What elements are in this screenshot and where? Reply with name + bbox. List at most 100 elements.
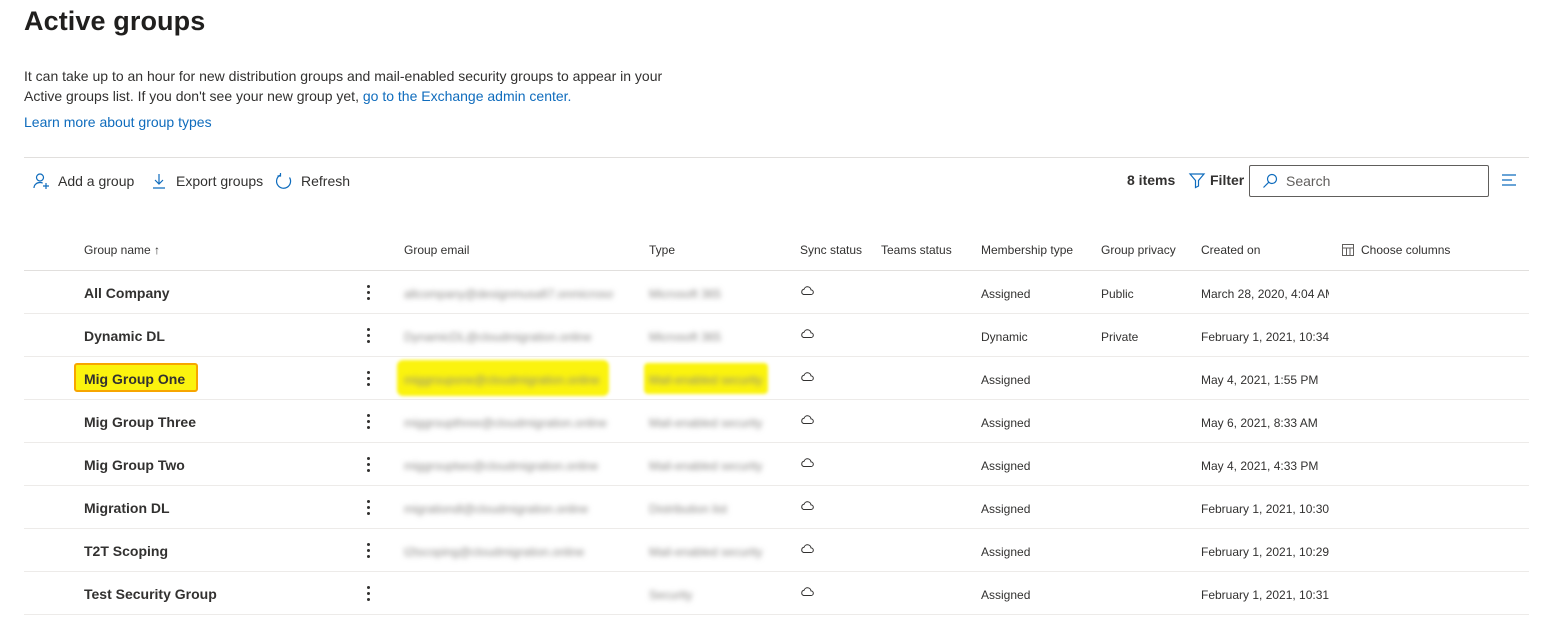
refresh-label: Refresh <box>301 173 351 189</box>
cloud-icon <box>801 458 814 467</box>
group-name-link[interactable]: Mig Group Three <box>84 414 196 430</box>
export-groups-button[interactable]: Export groups <box>150 170 263 192</box>
add-group-button[interactable]: Add a group <box>32 170 134 192</box>
group-name-link[interactable]: T2T Scoping <box>84 543 168 559</box>
membership-type-cell: Assigned <box>981 588 1031 602</box>
cloud-icon <box>801 415 814 424</box>
cloud-icon <box>801 372 814 381</box>
cloud-icon <box>801 544 814 553</box>
created-on-cell: May 6, 2021, 8:33 AM <box>1201 416 1318 430</box>
group-email-cell: migrationdl@cloudmigration.online <box>404 502 589 516</box>
search-input[interactable] <box>1286 173 1476 189</box>
created-on-cell: May 4, 2021, 1:55 PM <box>1201 373 1319 387</box>
group-email-cell: t2tscoping@cloudmigration.online <box>404 545 585 559</box>
group-email-cell: miggroupthree@cloudmigration.online <box>404 416 607 430</box>
learn-more-link[interactable]: Learn more about group types <box>24 114 212 130</box>
page-description: It can take up to an hour for new distri… <box>24 66 664 106</box>
table-row[interactable]: T2T Scoping t2tscoping@cloudmigration.on… <box>24 529 1529 572</box>
more-actions-button[interactable] <box>360 325 376 345</box>
column-header-group-name[interactable]: Group name ↑ <box>84 243 160 257</box>
membership-type-cell: Assigned <box>981 287 1031 301</box>
group-type-cell: Mail-enabled security <box>649 459 763 473</box>
group-privacy-cell: Public <box>1101 287 1134 301</box>
more-actions-button[interactable] <box>360 411 376 431</box>
group-name-link[interactable]: Test Security Group <box>84 586 217 602</box>
column-header-created-on[interactable]: Created on <box>1201 243 1329 257</box>
column-header-sync-status[interactable]: Sync status <box>800 243 862 257</box>
created-on-cell: March 28, 2020, 4:04 AM <box>1201 287 1329 301</box>
table-row[interactable]: Migration DL migrationdl@cloudmigration.… <box>24 486 1529 529</box>
table-row-highlighted[interactable]: Mig Group One miggroupone@cloudmigration… <box>24 357 1529 400</box>
download-icon <box>153 174 165 189</box>
more-actions-button[interactable] <box>360 497 376 517</box>
export-groups-label: Export groups <box>176 173 264 189</box>
group-type-cell: Mail-enabled security <box>649 416 763 430</box>
items-count: 8 items <box>1127 172 1176 188</box>
column-header-type[interactable]: Type <box>649 243 769 257</box>
group-email-cell: allcompany@designmusafi7.onmicrosoft.com <box>404 287 614 301</box>
group-email-cell: miggroupone@cloudmigration.online <box>404 373 600 387</box>
cloud-icon <box>801 501 814 510</box>
more-actions-button[interactable] <box>360 540 376 560</box>
grid-header: Group name ↑ Group email Type Sync statu… <box>24 228 1529 271</box>
add-group-label: Add a group <box>58 173 135 189</box>
created-on-cell: February 1, 2021, 10:29 AM <box>1201 545 1329 559</box>
group-type-cell: Security <box>649 588 693 602</box>
membership-type-cell: Assigned <box>981 416 1031 430</box>
table-row[interactable]: Mig Group Two miggrouptwo@cloudmigration… <box>24 443 1529 486</box>
page-title: Active groups <box>24 6 206 36</box>
group-privacy-cell: Private <box>1101 330 1139 344</box>
refresh-button[interactable]: Refresh <box>275 170 350 192</box>
membership-type-cell: Assigned <box>981 545 1031 559</box>
column-header-membership-type[interactable]: Membership type <box>981 243 1073 257</box>
more-actions-button[interactable] <box>360 282 376 302</box>
group-email-cell: DynamicDL@cloudmigration.online <box>404 330 592 344</box>
choose-columns-icon <box>1342 244 1354 256</box>
group-name-link[interactable]: Mig Group One <box>84 371 185 387</box>
sort-ascending-icon: ↑ <box>154 243 161 257</box>
group-name-link[interactable]: Mig Group Two <box>84 457 185 473</box>
group-type-cell: Mail-enabled security <box>649 545 763 559</box>
column-header-group-email[interactable]: Group email <box>404 243 614 257</box>
created-on-cell: February 1, 2021, 10:34 AM <box>1201 330 1329 344</box>
group-name-link[interactable]: Dynamic DL <box>84 328 165 344</box>
filter-icon <box>1188 173 1206 189</box>
more-actions-button[interactable] <box>360 583 376 603</box>
table-row[interactable]: Test Security Group Security Assigned Fe… <box>24 572 1529 615</box>
table-row[interactable]: All Company allcompany@designmusafi7.onm… <box>24 271 1529 314</box>
group-name-header-label: Group name <box>84 243 151 257</box>
filter-label: Filter <box>1210 172 1245 188</box>
group-name-link[interactable]: Migration DL <box>84 500 170 516</box>
membership-type-cell: Assigned <box>981 459 1031 473</box>
cloud-icon <box>801 286 814 295</box>
created-on-cell: February 1, 2021, 10:30 AM <box>1201 502 1329 516</box>
refresh-icon <box>276 173 292 189</box>
table-row[interactable]: Dynamic DL DynamicDL@cloudmigration.onli… <box>24 314 1529 357</box>
table-row[interactable]: Mig Group Three miggroupthree@cloudmigra… <box>24 400 1529 443</box>
membership-type-cell: Dynamic <box>981 330 1028 344</box>
search-icon <box>1263 173 1278 188</box>
view-options-icon[interactable] <box>1500 171 1518 189</box>
created-on-cell: May 4, 2021, 4:33 PM <box>1201 459 1319 473</box>
search-box[interactable] <box>1249 165 1489 197</box>
add-person-icon <box>33 173 49 189</box>
cloud-icon <box>801 587 814 596</box>
choose-columns-label: Choose columns <box>1361 243 1451 257</box>
group-type-cell: Microsoft 365 <box>649 287 722 301</box>
cloud-icon <box>801 329 814 338</box>
created-on-cell: February 1, 2021, 10:31 AM <box>1201 588 1329 602</box>
filter-button[interactable]: Filter <box>1188 171 1244 189</box>
group-email-cell: miggrouptwo@cloudmigration.online <box>404 459 599 473</box>
groups-grid: Group name ↑ Group email Type Sync statu… <box>24 228 1529 615</box>
membership-type-cell: Assigned <box>981 373 1031 387</box>
group-name-link[interactable]: All Company <box>84 285 170 301</box>
more-actions-button[interactable] <box>360 368 376 388</box>
choose-columns-button[interactable]: Choose columns <box>1341 243 1450 257</box>
command-bar: Add a group Export groups Refresh 8 item… <box>24 157 1529 203</box>
group-type-cell: Microsoft 365 <box>649 330 722 344</box>
column-header-teams-status[interactable]: Teams status <box>881 243 952 257</box>
membership-type-cell: Assigned <box>981 502 1031 516</box>
exchange-admin-center-link[interactable]: go to the Exchange admin center. <box>363 88 572 104</box>
more-actions-button[interactable] <box>360 454 376 474</box>
column-header-group-privacy[interactable]: Group privacy <box>1101 243 1176 257</box>
